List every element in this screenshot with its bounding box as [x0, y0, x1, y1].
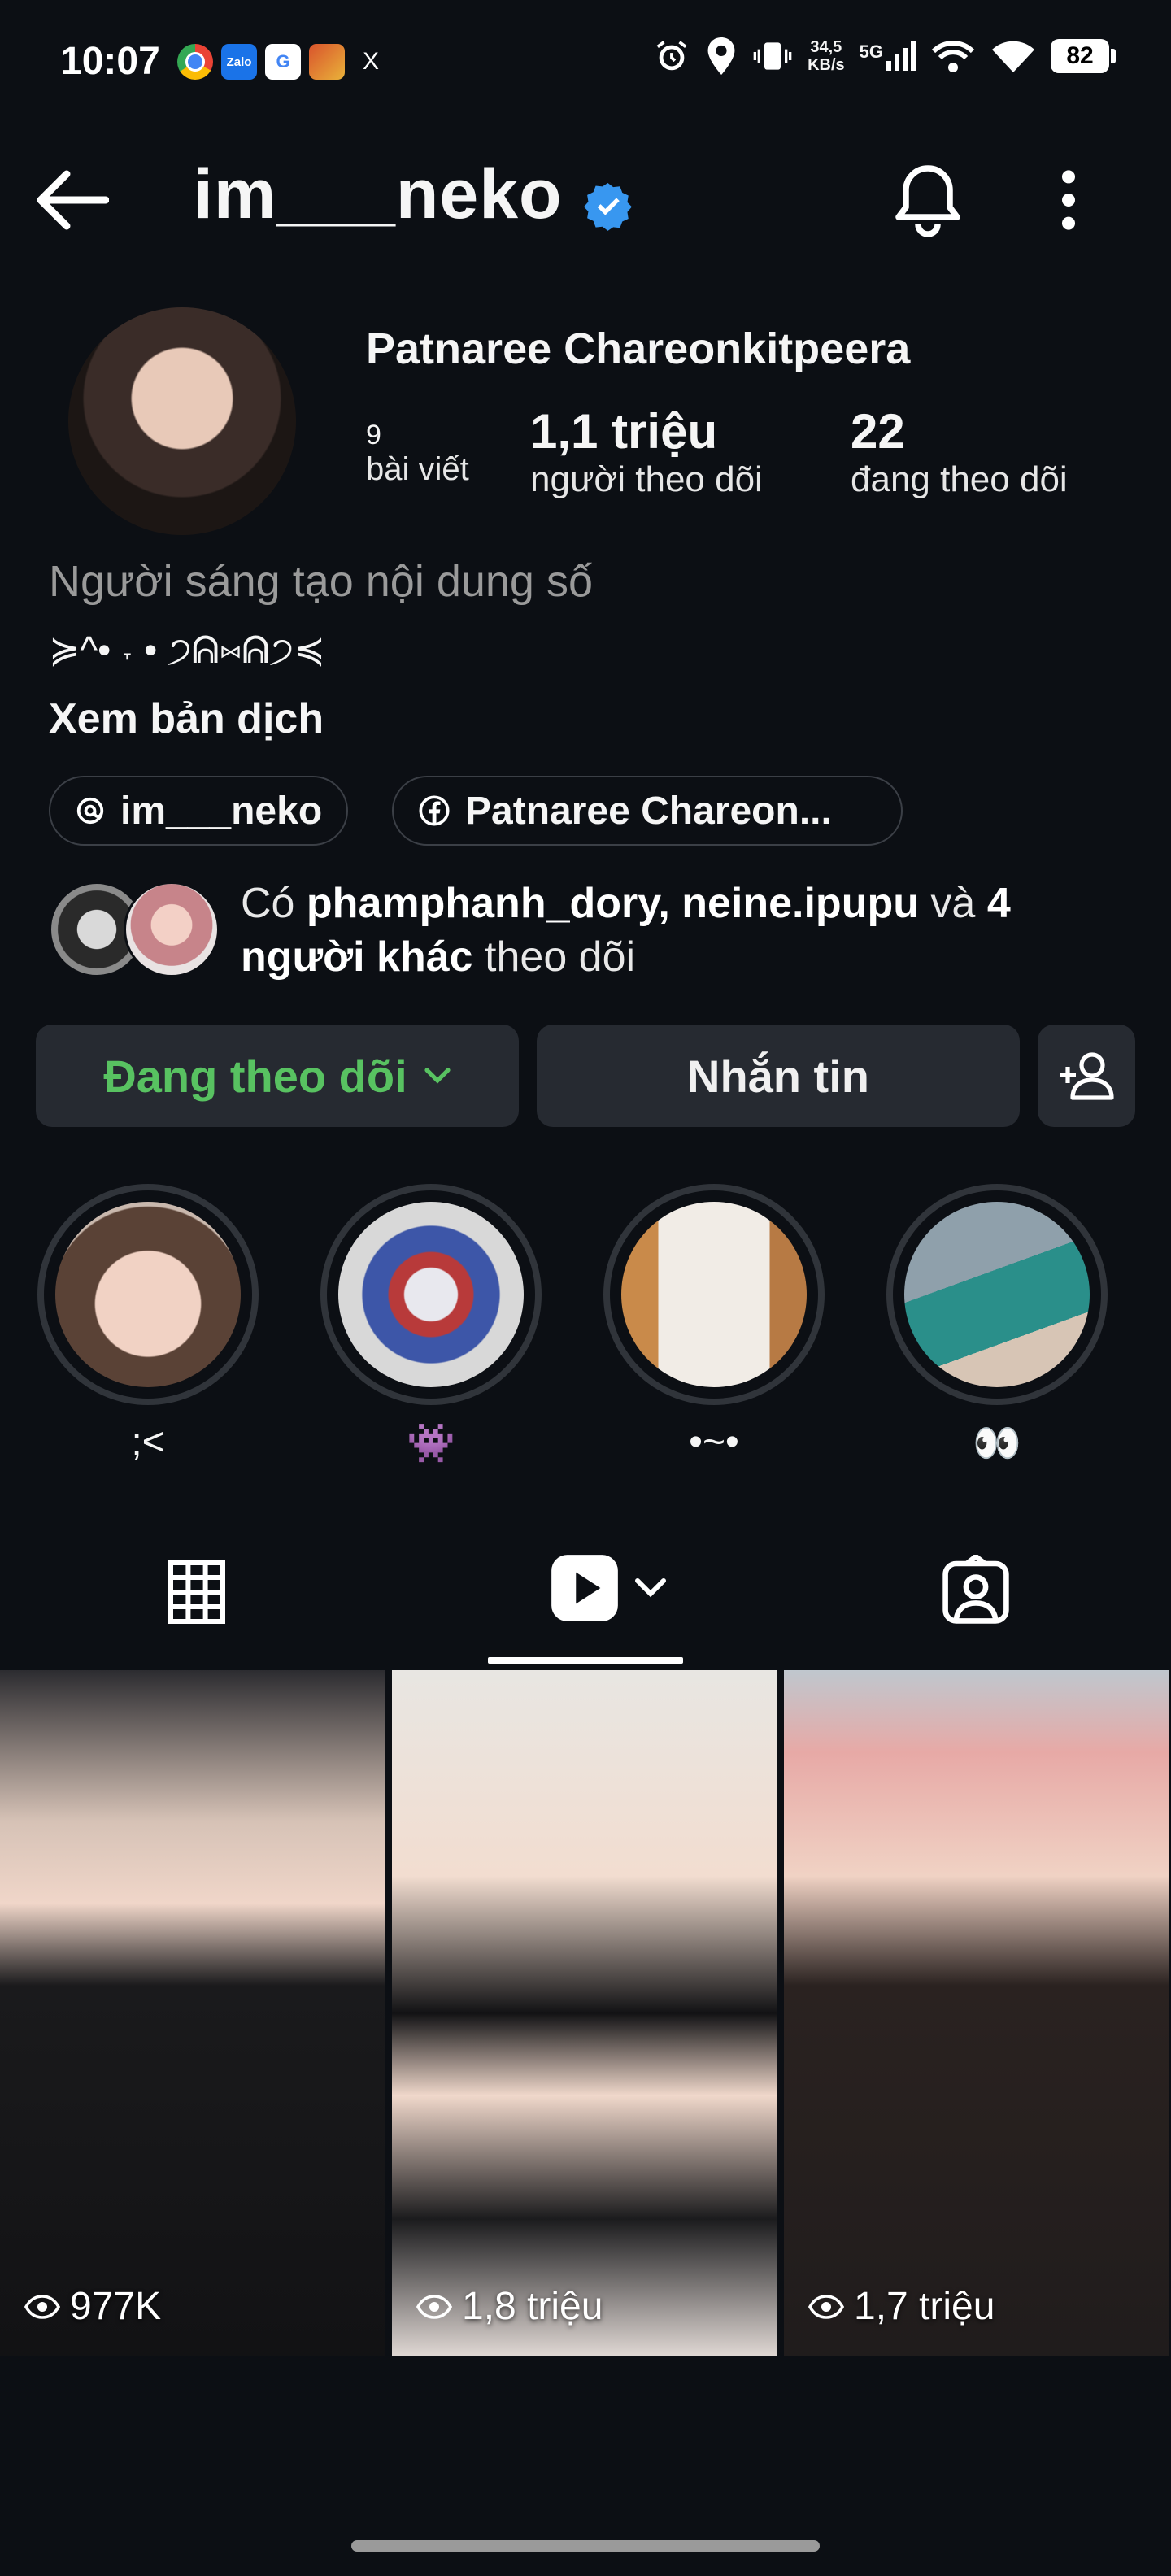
chevron-down-icon	[424, 1068, 451, 1084]
tab-posts-grid[interactable]	[168, 1560, 226, 1629]
mutual-followers-avatars[interactable]	[49, 881, 220, 977]
reel-thumbnail[interactable]: 1,8 triệu	[392, 1670, 777, 2356]
chevron-down-icon	[635, 1578, 666, 1598]
reel-view-count: 1,7 triệu	[808, 2284, 995, 2329]
tagged-user-icon	[942, 1552, 1009, 1624]
add-person-icon	[1060, 1052, 1114, 1100]
profile-bio: ≽^• ˕ • ੭ᕱ⑅ᕱ੭≼	[49, 629, 325, 671]
following-stat[interactable]: 22 đang theo dõi	[851, 403, 1068, 500]
threads-link-label: im___neko	[120, 789, 323, 833]
mutual-suffix: theo dõi	[472, 933, 636, 981]
profile-username: im___neko	[194, 155, 563, 233]
following-label: đang theo dõi	[851, 459, 1068, 499]
view-count-label: 1,8 triệu	[462, 2285, 603, 2328]
posts-count: 9	[366, 420, 381, 450]
mutual-followers-text[interactable]: Có phamphanh_dory, neine.ipupu và 4 ngườ…	[241, 877, 1127, 984]
active-tab-indicator	[488, 1657, 683, 1664]
suggested-users-button[interactable]	[1038, 1025, 1135, 1127]
x-icon: X	[362, 48, 379, 75]
status-right-cluster: 34,5 KB/s 5G 82	[653, 37, 1116, 75]
highlight-ring	[886, 1184, 1108, 1405]
threads-icon	[76, 797, 104, 825]
tab-reels[interactable]	[550, 1553, 667, 1623]
facebook-icon	[419, 795, 450, 826]
facebook-link[interactable]: Patnaree Chareon...	[392, 776, 903, 846]
reels-icon	[551, 1555, 618, 1621]
following-button[interactable]: Đang theo dõi	[36, 1025, 519, 1127]
vibrate-icon	[753, 42, 792, 70]
network-speed: 34,5 KB/s	[808, 38, 845, 74]
tab-tagged[interactable]	[940, 1552, 1012, 1630]
eye-icon	[416, 2294, 452, 2319]
mutual-names: phamphanh_dory, neine.ipupu	[306, 880, 919, 927]
more-options-button[interactable]	[1054, 168, 1083, 237]
following-count: 22	[851, 404, 905, 459]
highlight-cover	[904, 1202, 1090, 1387]
status-app-icons: Zalo G X	[177, 44, 389, 80]
story-highlight[interactable]: •~•	[600, 1184, 828, 1464]
wifi-icon	[992, 41, 1034, 72]
back-button[interactable]	[34, 169, 110, 235]
story-highlight[interactable]: 👀	[883, 1184, 1111, 1466]
notifications-button[interactable]	[891, 161, 964, 243]
signal-bars-icon: 5G	[860, 41, 916, 71]
story-highlight[interactable]: 👾	[317, 1184, 545, 1466]
highlight-cover	[338, 1202, 524, 1387]
verified-badge-icon	[584, 181, 634, 235]
wifi-call-icon	[931, 41, 975, 72]
highlight-label: 👀	[973, 1422, 1021, 1465]
highlight-ring	[37, 1184, 259, 1405]
highlight-cover	[621, 1202, 807, 1387]
bell-icon	[895, 165, 960, 237]
battery-indicator: 82	[1051, 39, 1116, 73]
see-translation-link[interactable]: Xem bản dịch	[49, 694, 324, 743]
followers-label: người theo dõi	[530, 459, 763, 499]
eye-icon	[808, 2294, 844, 2319]
network-type: 5G	[859, 41, 883, 62]
highlight-cover	[55, 1202, 241, 1387]
highlight-label: ;<	[131, 1421, 165, 1464]
facebook-link-label: Patnaree Chareon...	[465, 789, 832, 833]
posts-stat: 9 bài viết	[366, 420, 469, 488]
posts-label: bài viết	[366, 451, 469, 487]
highlight-label: 👾	[407, 1422, 455, 1465]
location-icon	[707, 37, 735, 75]
mutual-prefix: Có	[241, 880, 307, 927]
reel-view-count: 1,8 triệu	[416, 2284, 603, 2329]
followers-stat[interactable]: 1,1 triệu người theo dõi	[530, 403, 763, 500]
eye-icon	[24, 2294, 60, 2319]
zalo-icon: Zalo	[221, 44, 257, 80]
reel-thumbnail[interactable]: 977K	[0, 1670, 385, 2356]
chrome-icon	[177, 44, 213, 80]
highlight-ring	[320, 1184, 542, 1405]
following-button-label: Đang theo dõi	[103, 1050, 407, 1102]
more-vertical-icon	[1062, 170, 1075, 230]
profile-full-name: Patnaree Chareonkitpeera	[366, 324, 911, 373]
game-app-icon	[309, 44, 345, 80]
view-count-label: 977K	[70, 2285, 162, 2328]
grid-icon	[168, 1560, 225, 1624]
view-count-label: 1,7 triệu	[854, 2285, 995, 2328]
back-arrow-icon	[37, 170, 110, 230]
mutual-middle: và	[918, 880, 987, 927]
profile-category: Người sáng tạo nội dung số	[49, 557, 593, 606]
alarm-icon	[656, 41, 687, 71]
home-indicator[interactable]	[351, 2540, 820, 2552]
reel-view-count: 977K	[24, 2284, 161, 2329]
highlight-label: •~•	[689, 1421, 739, 1464]
google-icon: G	[265, 44, 301, 80]
status-time: 10:07	[60, 40, 160, 83]
followers-count: 1,1 triệu	[530, 404, 718, 459]
reel-thumbnail[interactable]: 1,7 triệu	[784, 1670, 1169, 2356]
mutual-avatar	[124, 881, 220, 977]
story-highlight[interactable]: ;<	[34, 1184, 262, 1464]
message-button[interactable]: Nhắn tin	[537, 1025, 1020, 1127]
profile-avatar[interactable]	[68, 307, 296, 535]
threads-link[interactable]: im___neko	[49, 776, 349, 846]
highlight-ring	[603, 1184, 825, 1405]
